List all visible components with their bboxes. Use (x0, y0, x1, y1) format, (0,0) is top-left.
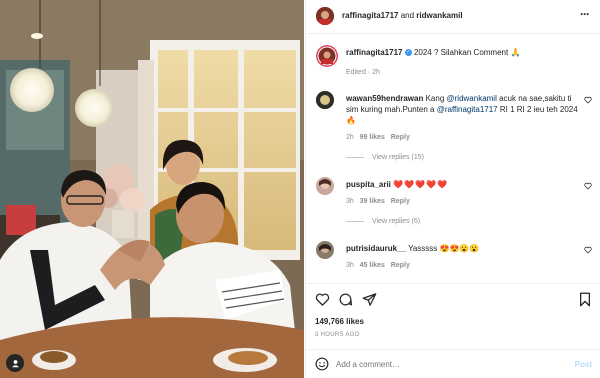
post-time-ago: 3 HOURS AGO (315, 332, 360, 338)
comment-time: 3h (346, 198, 354, 205)
like-comment-heart-icon[interactable] (584, 96, 592, 104)
caption-username-link[interactable]: raffinagita1717 (346, 48, 402, 57)
reply-button[interactable]: Reply (391, 262, 410, 269)
avatar-image (316, 241, 334, 259)
post-header: raffinagita1717 and ridwankamil ··· (306, 0, 600, 34)
view-replies-label: View replies (6) (372, 218, 421, 225)
caption-text: 2024 ? Silahkan Comment 🙏 (413, 48, 521, 57)
view-replies-button[interactable]: View replies (15) (346, 154, 424, 161)
comment-username-link[interactable]: puspita_arii (346, 180, 391, 189)
emoji-smiley-icon[interactable] (315, 357, 329, 371)
post-actions: 149,766 likes 3 HOURS AGO (306, 283, 600, 348)
avatar-image (316, 91, 334, 109)
comment-bubble-icon[interactable] (338, 292, 353, 307)
divider (346, 221, 364, 222)
comment-meta: 2h 99 likes Reply (346, 134, 410, 141)
header-joiner: and (400, 11, 415, 20)
caption-meta: Edited · 2h (346, 69, 380, 76)
post-side-panel: raffinagita1717 and ridwankamil ··· raff… (305, 0, 600, 378)
mention-link[interactable]: @ridwankamil (447, 94, 497, 103)
comment-body: putrisidauruk__ Yasssss 😍😍😮😮 (346, 243, 586, 254)
user-icon (11, 359, 19, 367)
tagged-users-button[interactable] (6, 354, 24, 372)
post-comment-button[interactable]: Post (575, 360, 592, 369)
avatar-image (316, 45, 338, 67)
comment-body: puspita_arii ❤️❤️❤️❤️❤️ (346, 179, 586, 190)
reply-button[interactable]: Reply (391, 198, 410, 205)
comment-avatar[interactable] (316, 91, 334, 109)
view-replies-label: View replies (15) (372, 154, 425, 161)
avatar-image (316, 177, 334, 195)
comment-likes[interactable]: 99 likes (360, 134, 385, 141)
verified-icon: ✓ (404, 49, 412, 57)
comment-time: 2h (346, 134, 354, 141)
reply-button[interactable]: Reply (391, 134, 410, 141)
post-photo-illustration (0, 0, 304, 378)
header-users: raffinagita1717 and ridwankamil (342, 11, 463, 20)
caption: raffinagita1717 ✓ 2024 ? Silahkan Commen… (346, 47, 586, 58)
header-user1-link[interactable]: raffinagita1717 (342, 11, 398, 20)
comment-body: wawan59hendrawan Kang @ridwankamil acuk … (346, 93, 586, 126)
comment-text: Yasssss 😍😍😮😮 (408, 244, 480, 253)
comment-username-link[interactable]: putrisidauruk__ (346, 244, 406, 253)
header-avatar[interactable] (316, 7, 334, 25)
more-options-button[interactable]: ··· (580, 7, 590, 21)
mention-link[interactable]: @raffinagita1717 (437, 105, 498, 114)
post-photo[interactable] (0, 0, 304, 378)
save-bookmark-icon[interactable] (578, 292, 592, 307)
post-likes-count[interactable]: 149,766 likes (315, 317, 364, 326)
add-comment-bar: Post (306, 349, 600, 378)
comment-time: 3h (346, 262, 354, 269)
comment-username-link[interactable]: wawan59hendrawan (346, 94, 423, 103)
like-comment-heart-icon[interactable] (584, 182, 592, 190)
comment-likes[interactable]: 45 likes (360, 262, 385, 269)
view-replies-button[interactable]: View replies (6) (346, 218, 420, 225)
add-comment-input[interactable] (336, 356, 556, 372)
like-comment-heart-icon[interactable] (584, 246, 592, 254)
share-paper-plane-icon[interactable] (362, 292, 377, 307)
avatar-image (316, 7, 334, 25)
comment-likes[interactable]: 39 likes (360, 198, 385, 205)
comment-text: ❤️❤️❤️❤️❤️ (393, 180, 448, 189)
comment-avatar[interactable] (316, 241, 334, 259)
comment-avatar[interactable] (316, 177, 334, 195)
comment-text: Kang (425, 94, 447, 103)
divider (346, 157, 364, 158)
comment-meta: 3h 39 likes Reply (346, 198, 410, 205)
comment-meta: 3h 45 likes Reply (346, 262, 410, 269)
like-heart-icon[interactable] (315, 292, 330, 307)
caption-avatar[interactable] (316, 45, 338, 67)
header-user2-link[interactable]: ridwankamil (416, 11, 462, 20)
